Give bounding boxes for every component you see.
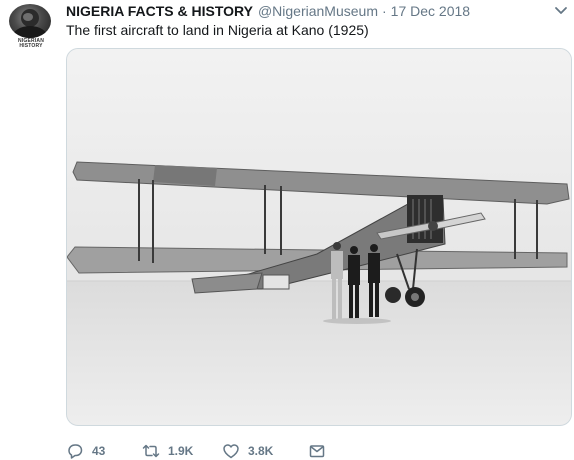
heart-icon	[223, 444, 239, 459]
biplane-photo	[67, 49, 571, 425]
user-handle[interactable]: @NigerianMuseum	[258, 3, 378, 19]
tweet-text: The first aircraft to land in Nigeria at…	[66, 22, 369, 38]
display-name[interactable]: NIGERIA FACTS & HISTORY	[66, 3, 253, 19]
retweet-button[interactable]: 1.9K	[142, 442, 222, 460]
profile-photo	[9, 4, 51, 38]
direct-message-button[interactable]	[308, 442, 326, 460]
tweet-date[interactable]: 17 Dec 2018	[391, 3, 470, 19]
tweet-photo[interactable]	[66, 48, 572, 426]
avatar-brand-label: NIGERIAN HISTORY	[17, 38, 45, 49]
avatar[interactable]: NIGERIAN HISTORY	[7, 4, 55, 49]
like-button[interactable]: 3.8K	[222, 442, 308, 460]
separator-dot: ·	[382, 3, 387, 19]
tweet-actions: 43 1.9K 3.8K	[66, 442, 326, 460]
reply-button[interactable]: 43	[66, 442, 142, 460]
tweet-header: NIGERIA FACTS & HISTORY @NigerianMuseum …	[66, 2, 470, 20]
chevron-down-icon[interactable]	[554, 4, 568, 16]
like-count: 3.8K	[248, 444, 274, 458]
retweet-icon	[142, 444, 160, 458]
reply-count: 43	[92, 444, 106, 458]
envelope-icon	[309, 445, 325, 458]
reply-icon	[68, 444, 83, 459]
retweet-count: 1.9K	[168, 444, 194, 458]
